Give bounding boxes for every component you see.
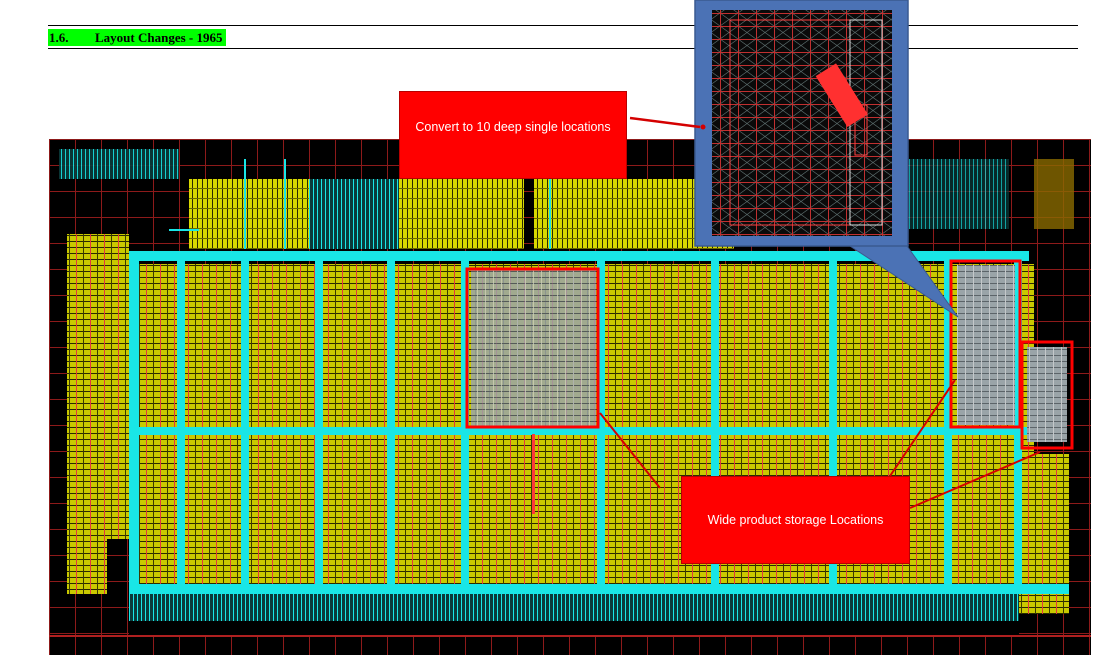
wide-storage-callout-text: Wide product storage Locations <box>707 513 884 527</box>
section-number: 1.6. <box>49 30 69 45</box>
convert-callout-text: Convert to 10 deep single locations <box>415 120 611 134</box>
section-title: Layout Changes - 1965 <box>95 30 223 45</box>
convert-callout: Convert to 10 deep single locations <box>399 91 627 179</box>
section-heading: 1.6. Layout Changes - 1965 <box>48 29 226 46</box>
heading-bottom-rule <box>48 48 1078 49</box>
heading-top-rule <box>48 25 1078 26</box>
dock-strip <box>49 601 1091 637</box>
wide-storage-callout: Wide product storage Locations <box>681 476 910 564</box>
warehouse-floor-plan <box>49 139 1091 655</box>
convert-leader-line <box>629 116 701 129</box>
